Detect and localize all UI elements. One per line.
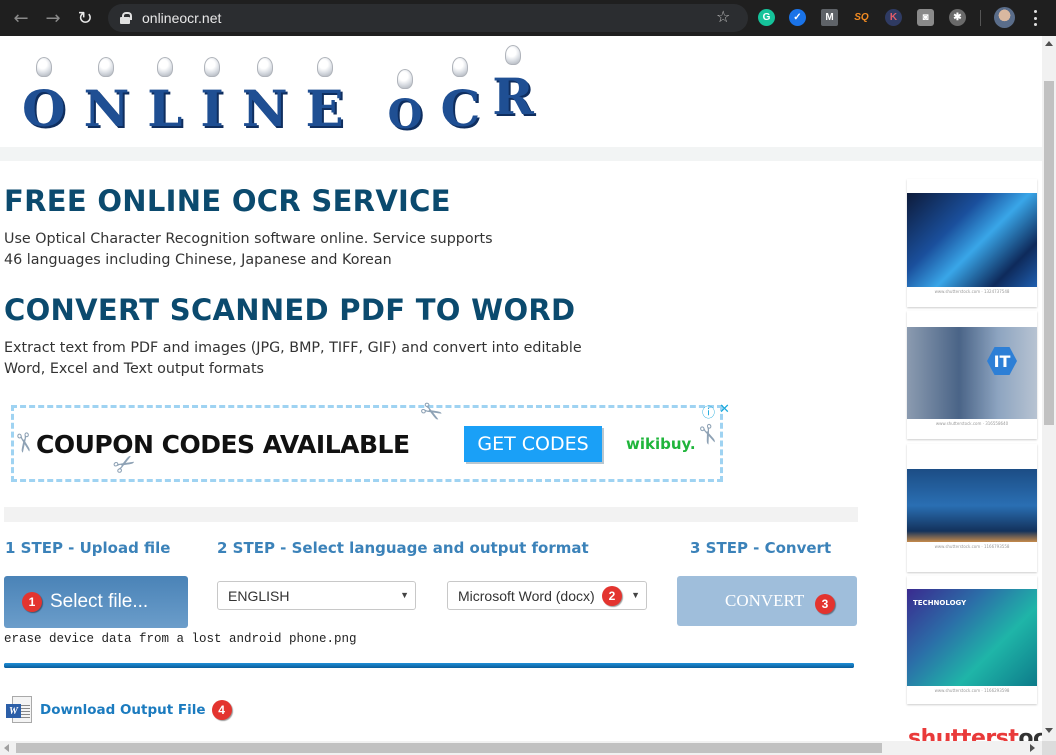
intro-text-line-1: Use Optical Character Recognition softwa… (4, 231, 493, 247)
horizontal-scroll-thumb[interactable] (16, 743, 882, 753)
scroll-down-icon[interactable] (1045, 728, 1053, 733)
download-output[interactable]: W Download Output File 4 (6, 696, 232, 724)
scroll-right-icon[interactable] (1030, 744, 1035, 752)
image-caption: www.shutterstock.com · 1166293598 (934, 688, 1010, 693)
bag-extension-icon[interactable]: ◙ (917, 9, 934, 26)
address-bar[interactable]: onlineocr.net (108, 4, 748, 32)
select-file-button[interactable]: 1 Select file... (4, 576, 188, 628)
toolbar-divider (980, 10, 981, 26)
logo-letter: N (84, 57, 129, 138)
scrollbar-corner (1042, 741, 1056, 755)
vertical-scrollbar[interactable] (1042, 36, 1056, 741)
ad-close-icon[interactable]: ✕ (719, 402, 730, 417)
server-image (907, 193, 1037, 287)
bookmark-star-icon[interactable]: ☆ (716, 7, 730, 26)
reload-button[interactable]: ↻ (70, 3, 100, 33)
arrow-left-icon: ← (13, 7, 29, 29)
sidebar-ad-card[interactable]: IT www.shutterstock.com · 316558640 (907, 311, 1037, 439)
logo-letter: E (306, 57, 344, 138)
language-value: ENGLISH (228, 587, 290, 604)
step-badge-3: 3 (815, 594, 835, 614)
sidebar-ad-card[interactable]: TECHNOLOGY www.shutterstock.com · 116629… (907, 576, 1037, 704)
reload-icon: ↻ (77, 7, 93, 29)
dropdown-arrow-icon: ▼ (631, 590, 640, 600)
ad-headline: COUPON CODES AVAILABLE (36, 430, 410, 459)
lock-icon (120, 12, 132, 24)
forward-button[interactable]: → (38, 3, 68, 33)
section-title: CONVERT SCANNED PDF TO WORD (4, 293, 576, 327)
progress-fill (4, 663, 854, 668)
logo-letter: L (147, 57, 182, 138)
description-line-2: Word, Excel and Text output formats (4, 361, 265, 377)
grammarly-icon[interactable]: G (758, 9, 775, 26)
vertical-scroll-thumb[interactable] (1044, 81, 1054, 425)
description-line-1: Extract text from PDF and images (JPG, B… (4, 340, 582, 356)
logo-letter: O (388, 69, 422, 138)
site-logo[interactable]: O N L I N E O C R (22, 42, 552, 138)
language-select[interactable]: ENGLISH ▼ (217, 581, 416, 610)
dropdown-arrow-icon: ▼ (400, 590, 409, 600)
word-document-icon: W (6, 696, 34, 724)
it-image: IT (907, 327, 1037, 419)
logo-letter: O (22, 57, 66, 138)
ad-info-icon[interactable]: ⓘ (702, 402, 715, 421)
browser-toolbar: ← → ↻ onlineocr.net ☆ G ✓ M SQ K ◙ ✱ (0, 0, 1056, 36)
image-caption: www.shutterstock.com · 1166793558 (934, 544, 1010, 549)
step-3-label: 3 STEP - Convert (690, 539, 832, 557)
step-1-label: 1 STEP - Upload file (5, 539, 171, 557)
convert-label: CONVERT (725, 591, 805, 610)
intro-text-line-2: 46 languages including Chinese, Japanese… (4, 252, 392, 268)
shutterstock-logo: shutterstock (908, 726, 1042, 741)
technology-image: TECHNOLOGY (907, 589, 1037, 686)
back-button[interactable]: ← (6, 3, 36, 33)
logo-letter: I (200, 57, 224, 138)
step-badge-1: 1 (22, 592, 42, 612)
scroll-left-icon[interactable] (4, 744, 9, 752)
step-badge-4: 4 (211, 700, 232, 720)
sq-extension-icon[interactable]: SQ (853, 9, 870, 26)
k-extension-icon[interactable]: K (885, 9, 902, 26)
arrow-right-icon: → (45, 7, 61, 29)
m-extension-icon[interactable]: M (821, 9, 838, 26)
page-title: FREE ONLINE OCR SERVICE (4, 184, 451, 218)
browser-menu-icon[interactable] (1030, 8, 1040, 28)
url-text: onlineocr.net (142, 10, 222, 26)
download-output-link[interactable]: Download Output File (40, 702, 206, 718)
checkmark-extension-icon[interactable]: ✓ (789, 9, 806, 26)
step-2-label: 2 STEP - Select language and output form… (217, 539, 589, 557)
shield-extension-icon[interactable]: ✱ (949, 9, 966, 26)
logo-letter: N (242, 57, 288, 138)
output-format-value: Microsoft Word (docx) (458, 587, 595, 604)
coupon-ad-banner[interactable]: ✂ ✂ ✂ ✂ COUPON CODES AVAILABLE GET CODES… (6, 395, 730, 484)
get-codes-button[interactable]: GET CODES (464, 426, 602, 462)
select-file-label: Select file... (50, 591, 149, 612)
sidebar-ad-card[interactable]: www.shutterstock.com · 1324737548 (907, 179, 1037, 307)
profile-avatar[interactable] (994, 7, 1015, 28)
page-content: O N L I N E O C R FREE ONLINE OCR SERVIC… (0, 36, 1042, 741)
output-format-select[interactable]: Microsoft Word (docx) 2 ▼ (447, 581, 647, 610)
logo-letter: C (440, 57, 480, 138)
scissors-icon: ✂ (413, 394, 448, 432)
convert-button[interactable]: CONVERT 3 (677, 576, 857, 626)
selected-filename: erase device data from a lost android ph… (4, 632, 357, 646)
logo-letter: R (492, 45, 534, 126)
horizontal-scrollbar[interactable] (0, 741, 1042, 755)
step-badge-2: 2 (602, 586, 622, 606)
section-separator (4, 507, 858, 522)
header-separator (0, 147, 1042, 161)
network-city-image (907, 469, 1037, 542)
upload-progress-bar (4, 663, 854, 668)
scroll-up-icon[interactable] (1045, 41, 1053, 46)
scissors-icon: ✂ (6, 429, 40, 457)
wikibuy-logo: wikibuy. (626, 435, 696, 453)
image-caption: www.shutterstock.com · 316558640 (935, 421, 1009, 426)
sidebar-ad-card[interactable]: www.shutterstock.com · 1166793558 (907, 444, 1037, 572)
image-caption: www.shutterstock.com · 1324737548 (934, 289, 1010, 294)
